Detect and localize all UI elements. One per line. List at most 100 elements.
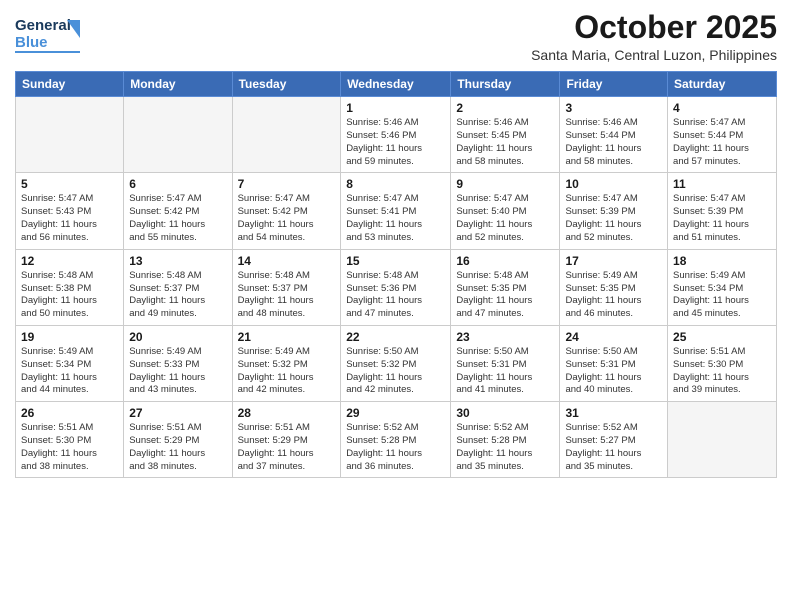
day-number: 26 [21,406,118,420]
day-info: Sunrise: 5:46 AMSunset: 5:46 PMDaylight:… [346,117,445,168]
calendar-cell: 25 Sunrise: 5:51 AMSunset: 5:30 PMDayligh… [668,325,777,401]
col-monday: Monday [124,72,232,97]
calendar-cell: 13 Sunrise: 5:48 AMSunset: 5:37 PMDayligh… [124,249,232,325]
calendar-cell: 12 Sunrise: 5:48 AMSunset: 5:38 PMDayligh… [16,249,124,325]
day-info: Sunrise: 5:48 AMSunset: 5:37 PMDaylight:… [129,270,226,321]
day-number: 21 [238,330,336,344]
day-info: Sunrise: 5:51 AMSunset: 5:29 PMDaylight:… [238,422,336,473]
calendar-cell: 21 Sunrise: 5:49 AMSunset: 5:32 PMDayligh… [232,325,341,401]
day-number: 29 [346,406,445,420]
day-number: 22 [346,330,445,344]
day-info: Sunrise: 5:52 AMSunset: 5:27 PMDaylight:… [565,422,662,473]
day-info: Sunrise: 5:51 AMSunset: 5:30 PMDaylight:… [21,422,118,473]
day-number: 2 [456,101,554,115]
calendar-cell: 2 Sunrise: 5:46 AMSunset: 5:45 PMDaylight… [451,97,560,173]
calendar-cell: 7Sunrise: 5:47 AMSunset: 5:42 PMDaylight… [232,173,341,249]
day-number: 11 [673,177,771,191]
day-number: 6 [129,177,226,191]
calendar-cell: 16 Sunrise: 5:48 AMSunset: 5:35 PMDayligh… [451,249,560,325]
calendar-week-2: 5Sunrise: 5:47 AMSunset: 5:43 PMDaylight… [16,173,777,249]
month-title: October 2025 [531,10,777,45]
day-info: Sunrise: 5:47 AMSunset: 5:43 PMDaylight:… [21,193,118,244]
day-info: Sunrise: 5:50 AMSunset: 5:31 PMDaylight:… [456,346,554,397]
calendar-cell: 15Sunrise: 5:48 AMSunset: 5:36 PMDayligh… [341,249,451,325]
day-number: 24 [565,330,662,344]
day-number: 18 [673,254,771,268]
day-info: Sunrise: 5:49 AMSunset: 5:34 PMDaylight:… [21,346,118,397]
day-number: 17 [565,254,662,268]
day-number: 12 [21,254,118,268]
calendar-cell [668,402,777,478]
day-number: 23 [456,330,554,344]
day-info: Sunrise: 5:47 AMSunset: 5:42 PMDaylight:… [129,193,226,244]
calendar-week-3: 12 Sunrise: 5:48 AMSunset: 5:38 PMDayligh… [16,249,777,325]
day-info: Sunrise: 5:47 AMSunset: 5:42 PMDaylight:… [238,193,336,244]
calendar-cell: 29 Sunrise: 5:52 AMSunset: 5:28 PMDayligh… [341,402,451,478]
day-info: Sunrise: 5:48 AMSunset: 5:38 PMDaylight:… [21,270,118,321]
calendar-cell: 11Sunrise: 5:47 AMSunset: 5:39 PMDayligh… [668,173,777,249]
day-info: Sunrise: 5:51 AMSunset: 5:29 PMDaylight:… [129,422,226,473]
col-wednesday: Wednesday [341,72,451,97]
day-info: Sunrise: 5:51 AMSunset: 5:30 PMDaylight:… [673,346,771,397]
day-number: 13 [129,254,226,268]
day-info: Sunrise: 5:47 AMSunset: 5:39 PMDaylight:… [565,193,662,244]
day-info: Sunrise: 5:52 AMSunset: 5:28 PMDaylight:… [346,422,445,473]
col-friday: Friday [560,72,668,97]
day-info: Sunrise: 5:49 AMSunset: 5:35 PMDaylight:… [565,270,662,321]
day-number: 20 [129,330,226,344]
calendar-header-row: Sunday Monday Tuesday Wednesday Thursday… [16,72,777,97]
calendar-cell: 26 Sunrise: 5:51 AMSunset: 5:30 PMDayligh… [16,402,124,478]
calendar-table: Sunday Monday Tuesday Wednesday Thursday… [15,71,777,478]
calendar-cell: 28 Sunrise: 5:51 AMSunset: 5:29 PMDayligh… [232,402,341,478]
col-thursday: Thursday [451,72,560,97]
day-number: 28 [238,406,336,420]
day-number: 4 [673,101,771,115]
calendar-cell: 27 Sunrise: 5:51 AMSunset: 5:29 PMDayligh… [124,402,232,478]
day-info: Sunrise: 5:49 AMSunset: 5:34 PMDaylight:… [673,270,771,321]
day-number: 30 [456,406,554,420]
day-number: 19 [21,330,118,344]
calendar-cell: 18 Sunrise: 5:49 AMSunset: 5:34 PMDayligh… [668,249,777,325]
title-area: October 2025 Santa Maria, Central Luzon,… [531,10,777,63]
day-number: 25 [673,330,771,344]
calendar-cell: 17 Sunrise: 5:49 AMSunset: 5:35 PMDayligh… [560,249,668,325]
svg-text:Blue: Blue [15,34,48,51]
calendar-cell [124,97,232,173]
col-tuesday: Tuesday [232,72,341,97]
day-info: Sunrise: 5:49 AMSunset: 5:32 PMDaylight:… [238,346,336,397]
day-number: 14 [238,254,336,268]
svg-text:General: General [15,17,71,34]
day-number: 31 [565,406,662,420]
location-title: Santa Maria, Central Luzon, Philippines [531,47,777,63]
calendar-week-1: 1Sunrise: 5:46 AMSunset: 5:46 PMDaylight… [16,97,777,173]
day-info: Sunrise: 5:48 AMSunset: 5:35 PMDaylight:… [456,270,554,321]
calendar-cell: 24Sunrise: 5:50 AMSunset: 5:31 PMDayligh… [560,325,668,401]
calendar-week-4: 19 Sunrise: 5:49 AMSunset: 5:34 PMDayligh… [16,325,777,401]
day-info: Sunrise: 5:46 AMSunset: 5:45 PMDaylight:… [456,117,554,168]
day-info: Sunrise: 5:52 AMSunset: 5:28 PMDaylight:… [456,422,554,473]
day-info: Sunrise: 5:47 AMSunset: 5:40 PMDaylight:… [456,193,554,244]
day-info: Sunrise: 5:48 AMSunset: 5:37 PMDaylight:… [238,270,336,321]
calendar-cell: 4Sunrise: 5:47 AMSunset: 5:44 PMDaylight… [668,97,777,173]
day-number: 16 [456,254,554,268]
day-number: 10 [565,177,662,191]
calendar-cell: 20Sunrise: 5:49 AMSunset: 5:33 PMDayligh… [124,325,232,401]
calendar-cell [16,97,124,173]
calendar-cell: 30 Sunrise: 5:52 AMSunset: 5:28 PMDayligh… [451,402,560,478]
calendar-cell: 3 Sunrise: 5:46 AMSunset: 5:44 PMDaylight… [560,97,668,173]
col-saturday: Saturday [668,72,777,97]
calendar-cell: 19 Sunrise: 5:49 AMSunset: 5:34 PMDayligh… [16,325,124,401]
calendar-cell: 10 Sunrise: 5:47 AMSunset: 5:39 PMDayligh… [560,173,668,249]
day-info: Sunrise: 5:50 AMSunset: 5:32 PMDaylight:… [346,346,445,397]
day-info: Sunrise: 5:48 AMSunset: 5:36 PMDaylight:… [346,270,445,321]
day-info: Sunrise: 5:47 AMSunset: 5:41 PMDaylight:… [346,193,445,244]
page: General Blue October 2025 Santa Maria, C… [0,0,792,612]
calendar-cell: 6 Sunrise: 5:47 AMSunset: 5:42 PMDaylight… [124,173,232,249]
day-number: 9 [456,177,554,191]
logo: General Blue [15,10,85,60]
day-number: 3 [565,101,662,115]
calendar-cell [232,97,341,173]
logo-area: General Blue [15,10,85,60]
day-number: 27 [129,406,226,420]
day-info: Sunrise: 5:46 AMSunset: 5:44 PMDaylight:… [565,117,662,168]
